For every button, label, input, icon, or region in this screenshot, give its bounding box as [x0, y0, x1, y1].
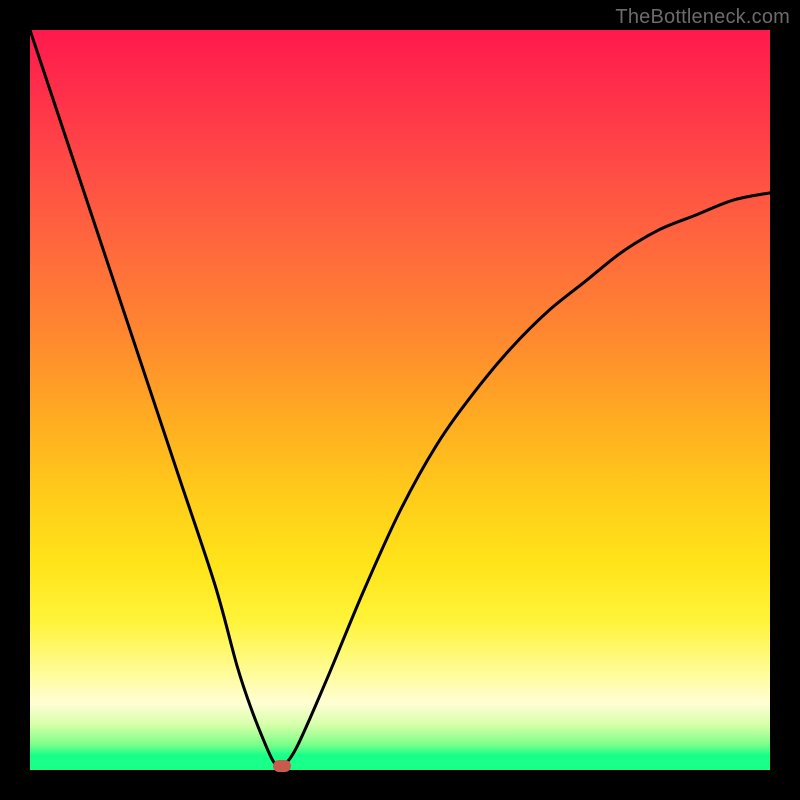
- chart-frame: TheBottleneck.com: [0, 0, 800, 800]
- optimal-point-marker: [273, 760, 291, 772]
- bottleneck-curve: [30, 30, 770, 770]
- plot-area: [30, 30, 770, 770]
- curve-path: [30, 30, 770, 767]
- watermark-text: TheBottleneck.com: [615, 6, 790, 29]
